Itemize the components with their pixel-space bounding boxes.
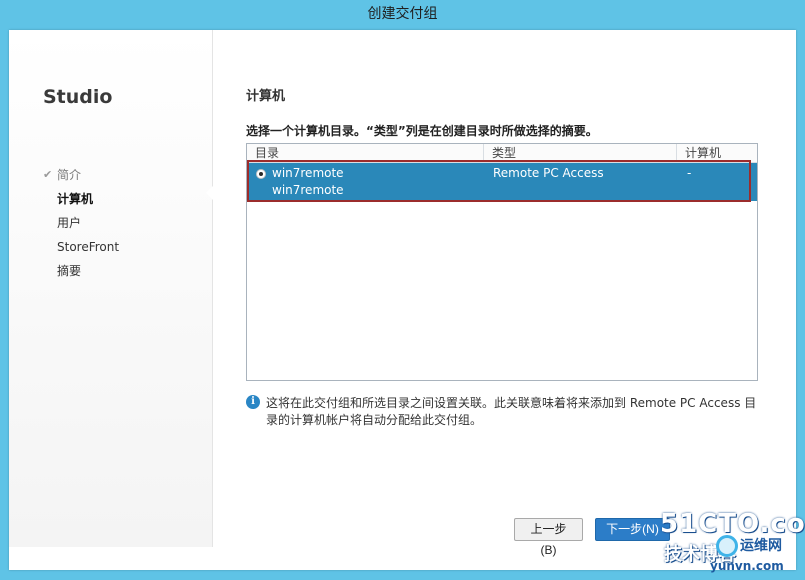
catalog-machine-count: - [687, 166, 692, 180]
wizard-window: Studio ✔ 简介 计算机 用户 StoreFront 摘要 计算机 选择一… [9, 30, 796, 570]
catalog-type: Remote PC Access [493, 166, 604, 180]
info-text: 这将在此交付组和所选目录之间设置关联。此关联意味着将来添加到 Remote PC… [266, 396, 757, 427]
catalog-list[interactable]: 目录 类型 计算机 win7remote win7remote Remote P… [246, 143, 758, 381]
catalog-row[interactable]: win7remote win7remote Remote PC Access - [247, 163, 757, 201]
window-title: 创建交付组 [367, 6, 438, 22]
wizard-sidebar: Studio ✔ 简介 计算机 用户 StoreFront 摘要 [9, 30, 213, 547]
check-icon: ✔ [43, 168, 53, 181]
column-header-machines[interactable]: 计算机 [677, 144, 757, 162]
step-summary[interactable]: 摘要 [43, 259, 119, 283]
catalog-subtitle: win7remote [272, 183, 344, 197]
list-header: 目录 类型 计算机 [247, 144, 757, 163]
step-machines[interactable]: 计算机 [43, 187, 119, 211]
column-header-type[interactable]: 类型 [484, 144, 677, 162]
brand-title: Studio [43, 86, 113, 108]
step-label: 用户 [57, 216, 82, 230]
wizard-steps: ✔ 简介 计算机 用户 StoreFront 摘要 [43, 163, 119, 283]
section-title: 计算机 [246, 89, 286, 104]
step-intro[interactable]: ✔ 简介 [43, 163, 119, 187]
info-icon: i [246, 395, 260, 409]
instruction-text: 选择一个计算机目录。“类型”列是在创建目录时所做选择的摘要。 [246, 124, 598, 138]
step-users[interactable]: 用户 [43, 211, 119, 235]
wizard-content: 计算机 选择一个计算机目录。“类型”列是在创建目录时所做选择的摘要。 目录 类型… [213, 30, 796, 570]
back-button[interactable]: 上一步(B) [514, 518, 583, 557]
step-label: 简介 [57, 168, 82, 182]
step-storefront[interactable]: StoreFront [43, 235, 119, 259]
step-label: 摘要 [57, 264, 82, 278]
column-header-catalog[interactable]: 目录 [247, 144, 484, 162]
catalog-name: win7remote [272, 166, 344, 180]
radio-selected-icon[interactable] [256, 169, 266, 179]
next-button[interactable]: 下一步(N) [595, 518, 670, 541]
step-label: StoreFront [57, 240, 120, 254]
step-label: 计算机 [57, 192, 94, 206]
